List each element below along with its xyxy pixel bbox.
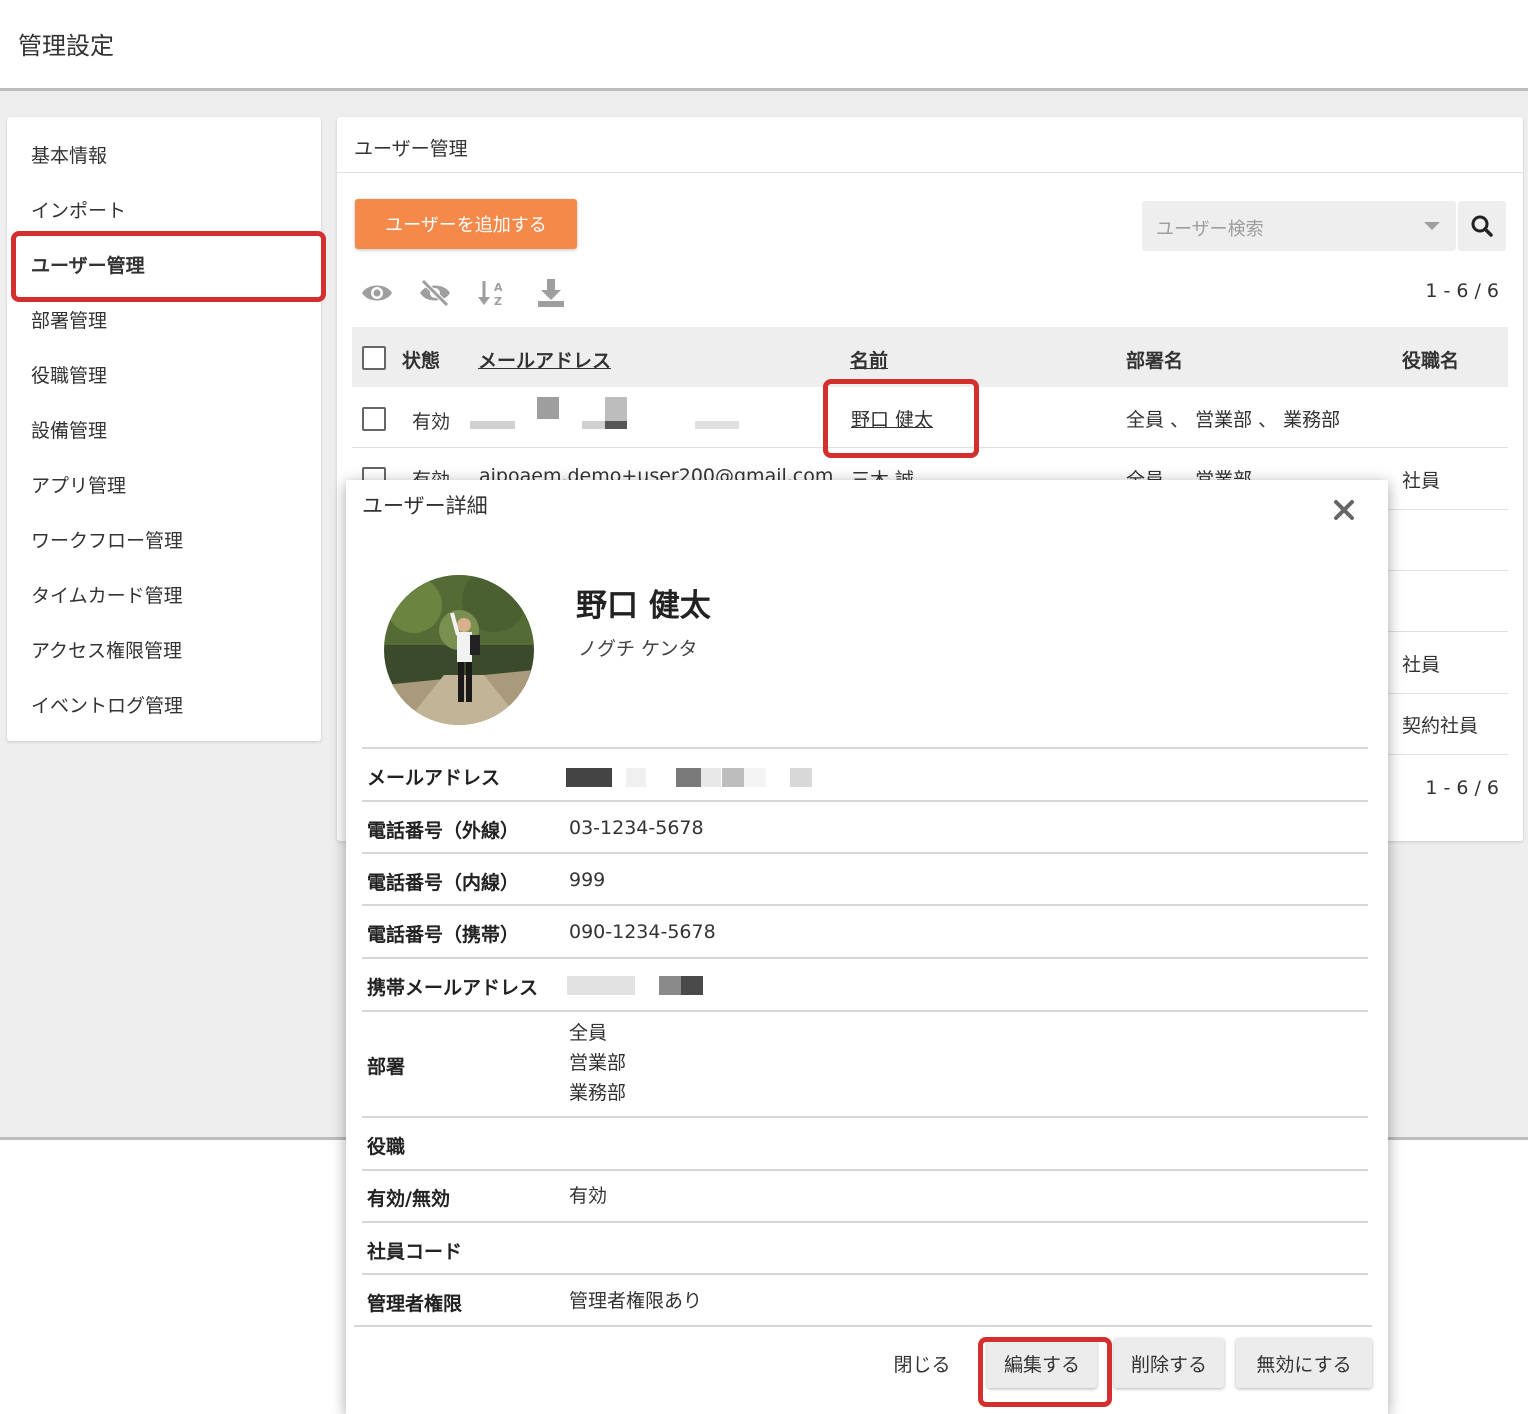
svg-text:A: A — [494, 281, 503, 294]
detail-value-status: 有効 — [569, 1185, 608, 1207]
panel-header: ユーザー管理 — [337, 117, 1523, 173]
delete-button[interactable]: 削除する — [1114, 1338, 1224, 1388]
detail-divider — [362, 1010, 1368, 1012]
row-department: 全員 、 営業部 、 業務部 — [1126, 409, 1341, 431]
close-icon[interactable] — [1331, 497, 1357, 523]
redacted-email — [695, 421, 739, 429]
redacted-mobile-email — [567, 976, 635, 995]
detail-divider — [362, 1169, 1368, 1171]
detail-label-position: 役職 — [367, 1136, 406, 1158]
detail-divider — [362, 957, 1368, 959]
redacted-email — [790, 768, 812, 787]
sidebar-item-timecard-management[interactable]: タイムカード管理 — [31, 581, 183, 608]
redacted-email — [701, 768, 721, 787]
detail-value-admin: 管理者権限あり — [569, 1290, 703, 1312]
eye-icon[interactable] — [359, 277, 395, 309]
detail-divider — [362, 1221, 1368, 1223]
footer-divider — [354, 1325, 1372, 1327]
detail-label-department: 部署 — [367, 1056, 406, 1078]
detail-label-employee-code: 社員コード — [367, 1241, 463, 1263]
column-email[interactable]: メールアドレス — [478, 346, 611, 373]
top-bar: 管理設定 — [0, 0, 1528, 91]
row-position: 社員 — [1402, 470, 1441, 492]
pagination-count-bottom: 1 - 6 / 6 — [1425, 777, 1499, 799]
svg-text:Z: Z — [494, 295, 502, 308]
detail-label-mobile-email: 携帯メールアドレス — [367, 977, 539, 999]
row-status: 有効 — [412, 411, 451, 433]
search-button[interactable] — [1458, 201, 1506, 251]
sidebar-item-app-management[interactable]: アプリ管理 — [31, 471, 126, 498]
redacted-mobile-email — [659, 976, 681, 995]
redacted-mobile-email — [681, 976, 703, 995]
sidebar: 基本情報 インポート ユーザー管理 部署管理 役職管理 設備管理 アプリ管理 ワ… — [7, 117, 321, 741]
sidebar-item-access-management[interactable]: アクセス権限管理 — [31, 636, 182, 663]
sidebar-item-department-management[interactable]: 部署管理 — [31, 306, 107, 333]
row-position: 社員 — [1402, 654, 1441, 676]
table-header: 状態 メールアドレス 名前 部署名 役職名 — [352, 327, 1508, 387]
detail-label-tel-ext: 電話番号（外線） — [367, 820, 520, 842]
redacted-email — [566, 768, 612, 787]
detail-label-tel-int: 電話番号（内線） — [367, 872, 520, 894]
detail-divider — [362, 1273, 1368, 1275]
add-user-button[interactable]: ユーザーを追加する — [355, 199, 577, 249]
chevron-down-icon — [1424, 222, 1440, 230]
user-name-kana: ノグチ ケンタ — [578, 638, 698, 660]
detail-divider — [362, 747, 1368, 749]
search-icon — [1471, 215, 1493, 237]
detail-value-tel-mobile: 090-1234-5678 — [569, 921, 716, 943]
highlight-frame-sidebar — [11, 231, 326, 302]
redacted-email — [537, 397, 559, 419]
sidebar-item-position-management[interactable]: 役職管理 — [31, 361, 107, 388]
pagination-count: 1 - 6 / 6 — [1425, 280, 1499, 302]
column-position: 役職名 — [1402, 350, 1460, 372]
sidebar-item-eventlog-management[interactable]: イベントログ管理 — [31, 691, 183, 718]
detail-label-status: 有効/無効 — [367, 1188, 450, 1210]
redacted-email — [722, 768, 744, 787]
select-all-checkbox[interactable] — [362, 346, 386, 370]
disable-button[interactable]: 無効にする — [1236, 1338, 1372, 1388]
detail-value-department-3: 業務部 — [569, 1082, 627, 1104]
close-button[interactable]: 閉じる — [878, 1338, 966, 1388]
detail-divider — [362, 1116, 1368, 1118]
row-position: 契約社員 — [1402, 715, 1479, 737]
user-full-name: 野口 健太 — [576, 588, 711, 624]
sidebar-item-facility-management[interactable]: 設備管理 — [31, 416, 107, 443]
detail-divider — [362, 800, 1368, 802]
detail-divider — [362, 852, 1368, 854]
eye-off-icon[interactable] — [417, 277, 453, 309]
highlight-frame-name — [823, 379, 979, 458]
user-search-select[interactable]: ユーザー検索 — [1142, 201, 1456, 251]
redacted-email — [626, 768, 646, 787]
detail-label-tel-mobile: 電話番号（携帯） — [367, 924, 520, 946]
redacted-email — [605, 397, 627, 421]
detail-label-email: メールアドレス — [367, 767, 501, 789]
sidebar-item-workflow-management[interactable]: ワークフロー管理 — [31, 526, 183, 553]
search-placeholder: ユーザー検索 — [1156, 219, 1264, 240]
redacted-email — [676, 768, 701, 787]
row-checkbox[interactable] — [362, 407, 386, 431]
redacted-email — [744, 768, 766, 787]
detail-value-tel-int: 999 — [569, 869, 606, 891]
detail-value-tel-ext: 03-1234-5678 — [569, 817, 704, 839]
dialog-title: ユーザー詳細 — [362, 494, 488, 518]
redacted-email — [470, 421, 515, 429]
column-name[interactable]: 名前 — [850, 346, 888, 373]
detail-label-admin: 管理者権限 — [367, 1293, 463, 1315]
detail-divider — [362, 904, 1368, 906]
panel-title: ユーザー管理 — [354, 138, 468, 160]
detail-value-department-2: 営業部 — [569, 1052, 627, 1074]
column-department: 部署名 — [1126, 350, 1184, 372]
sidebar-item-basic-info[interactable]: 基本情報 — [31, 141, 107, 168]
avatar — [384, 575, 534, 725]
sidebar-item-import[interactable]: インポート — [31, 196, 126, 223]
highlight-frame-edit — [978, 1337, 1112, 1407]
page-title: 管理設定 — [18, 32, 114, 60]
column-status[interactable]: 状態 — [402, 346, 440, 373]
detail-value-department-1: 全員 — [569, 1022, 608, 1044]
sort-alpha-icon[interactable]: A Z — [475, 277, 511, 309]
user-detail-dialog: ユーザー詳細 野口 健太 ノグチ ケンタ メールアドレス 電話番号（外線） 03… — [346, 480, 1388, 1414]
redacted-email — [605, 421, 627, 429]
download-icon[interactable] — [533, 277, 569, 309]
